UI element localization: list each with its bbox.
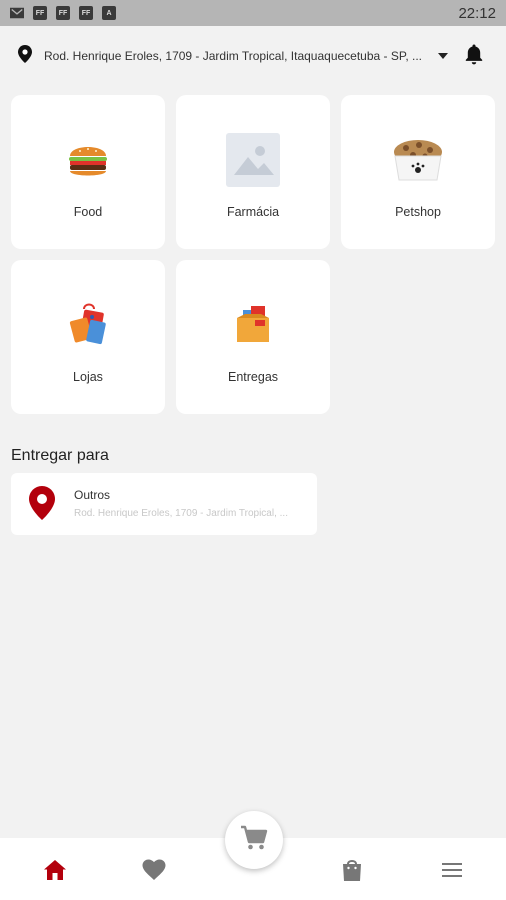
category-farmacia[interactable]: Farmácia	[176, 95, 330, 249]
category-lojas[interactable]: Lojas	[11, 260, 165, 414]
burger-icon	[61, 133, 115, 187]
chevron-down-icon[interactable]	[438, 53, 448, 59]
category-label: Food	[73, 205, 103, 219]
status-icons: FF FF FF A	[10, 6, 116, 20]
shopping-bags-icon	[61, 298, 115, 352]
category-label: Farmácia	[226, 205, 280, 219]
image-placeholder-icon	[226, 133, 280, 187]
category-entregas[interactable]: Entregas	[176, 260, 330, 414]
heart-icon[interactable]	[140, 856, 168, 884]
pet-bowl-icon	[391, 133, 445, 187]
delivery-box-icon	[226, 298, 280, 352]
ff-icon: FF	[33, 6, 47, 20]
bag-icon[interactable]	[338, 856, 366, 884]
category-food[interactable]: Food	[11, 95, 165, 249]
saved-address-text: Rod. Henrique Eroles, 1709 - Jardim Trop…	[74, 508, 288, 519]
address-bar[interactable]: Rod. Henrique Eroles, 1709 - Jardim Trop…	[0, 26, 506, 86]
category-label: Entregas	[227, 370, 279, 384]
menu-icon[interactable]	[438, 856, 466, 884]
category-petshop[interactable]: Petshop	[341, 95, 495, 249]
mail-icon	[10, 6, 24, 20]
ff-icon: FF	[56, 6, 70, 20]
cart-button[interactable]	[225, 811, 283, 869]
current-address[interactable]: Rod. Henrique Eroles, 1709 - Jardim Trop…	[44, 49, 430, 63]
ff-icon: FF	[79, 6, 93, 20]
category-label: Petshop	[395, 205, 441, 219]
cart-icon	[240, 825, 268, 856]
home-icon[interactable]	[41, 856, 69, 884]
category-label: Lojas	[73, 370, 103, 384]
location-pin-icon	[18, 44, 32, 68]
saved-address-name: Outros	[74, 488, 111, 502]
status-time: 22:12	[458, 4, 496, 22]
status-bar: FF FF FF A 22:12	[0, 0, 506, 26]
saved-address-card[interactable]: Outros Rod. Henrique Eroles, 1709 - Jard…	[11, 473, 317, 535]
section-title: Entregar para	[11, 447, 109, 464]
bell-icon[interactable]	[464, 43, 484, 70]
a-icon: A	[102, 6, 116, 20]
location-pin-icon	[29, 486, 55, 525]
